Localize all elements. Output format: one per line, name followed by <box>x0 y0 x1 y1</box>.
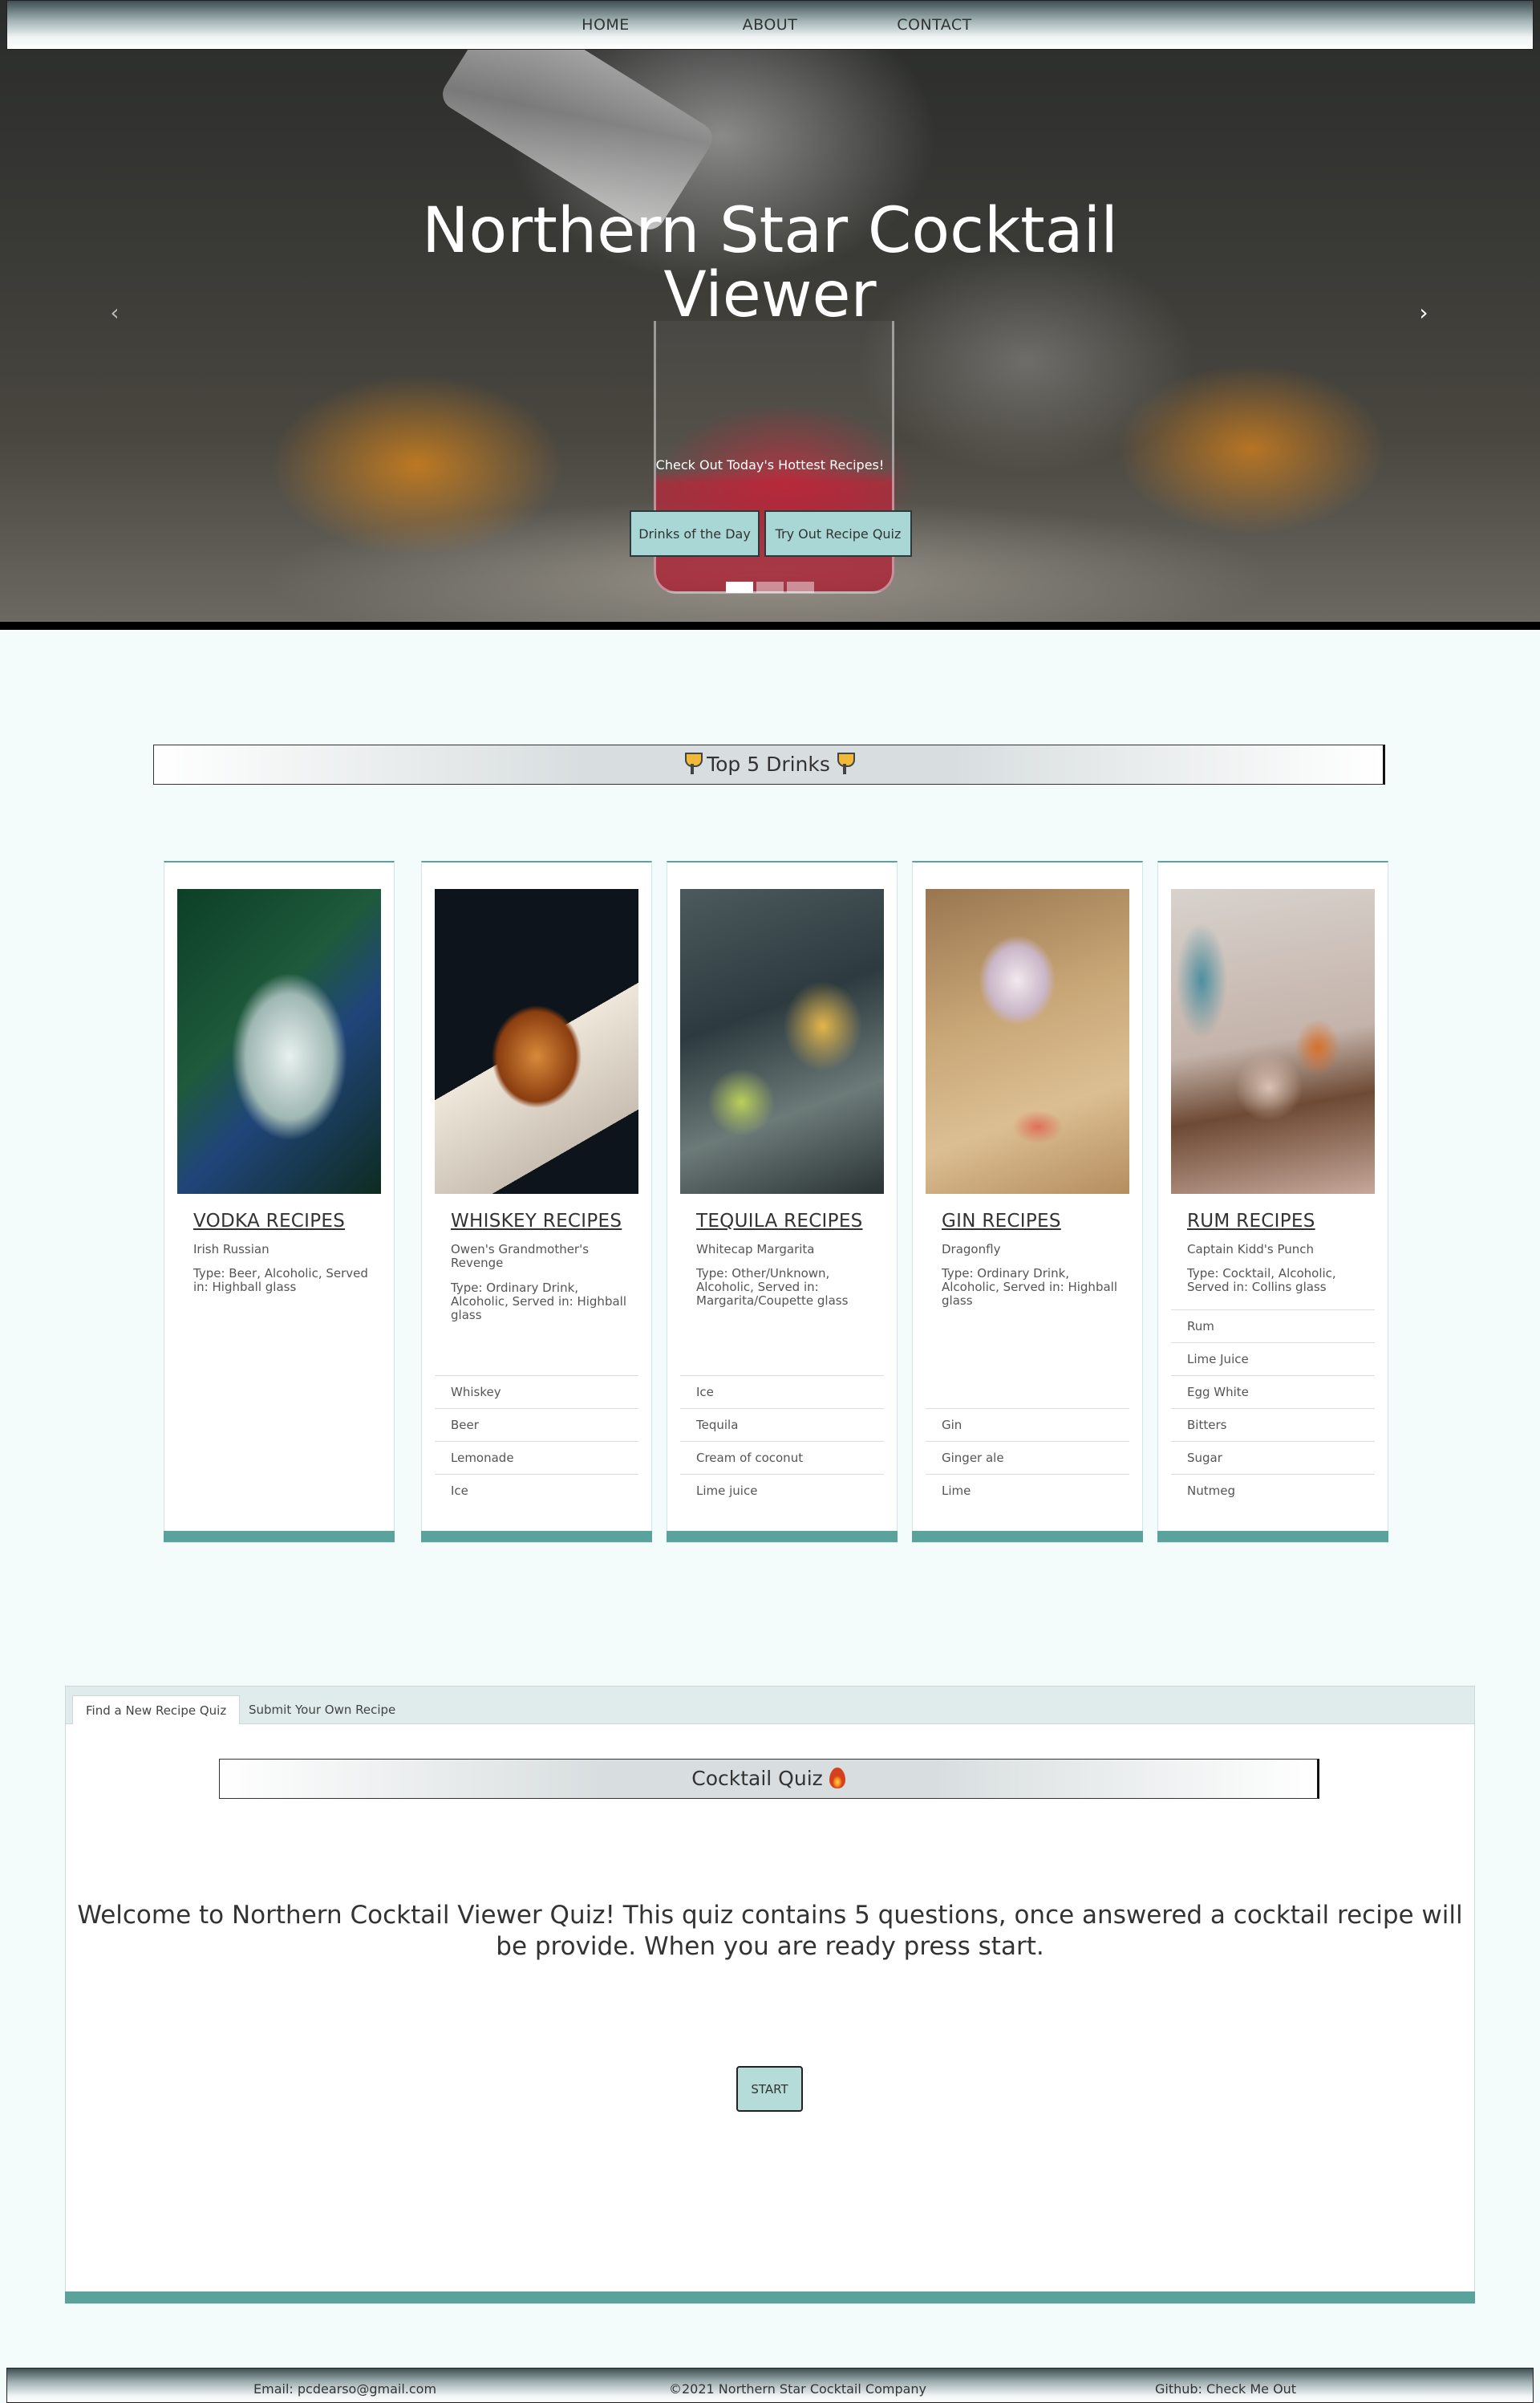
ingredient-item: Whiskey <box>435 1375 638 1408</box>
ingredient-item: Egg White <box>1171 1375 1375 1408</box>
chevron-right-icon[interactable]: › <box>1412 301 1436 325</box>
hero-carousel: Northern Star Cocktail Viewer Check Out … <box>0 0 1540 630</box>
hero-title: Northern Star Cocktail Viewer <box>422 195 1118 331</box>
footer-github-link[interactable]: Github: Check Me Out <box>1155 2381 1296 2397</box>
ingredient-item: Nutmeg <box>1171 1474 1375 1507</box>
whiskey-drink-image <box>435 889 638 1194</box>
card-drink-type: Type: Ordinary Drink, Alcoholic, Served … <box>942 1266 1117 1308</box>
tab-submit-recipe[interactable]: Submit Your Own Recipe <box>236 1695 408 1724</box>
recipe-card-vodka: VODKA RECIPES Irish Russian Type: Beer, … <box>164 861 395 1543</box>
card-footer <box>164 1531 395 1542</box>
rum-drink-image <box>1171 889 1375 1194</box>
ingredient-item: Ginger ale <box>926 1441 1129 1474</box>
hero-buttons: Drinks of the Day Try Out Recipe Quiz <box>630 510 912 557</box>
fire-icon <box>829 1768 845 1788</box>
hero-subtitle: Check Out Today's Hottest Recipes! <box>655 457 885 473</box>
cocktail-glass-icon <box>684 753 703 774</box>
chevron-left-icon[interactable]: ‹ <box>103 301 127 325</box>
gin-drink-image <box>926 889 1129 1194</box>
recipe-quiz-button[interactable]: Try Out Recipe Quiz <box>764 510 912 557</box>
ingredient-item: Lime juice <box>680 1474 884 1507</box>
recipe-cards: VODKA RECIPES Irish Russian Type: Beer, … <box>164 861 1388 1543</box>
card-drink-type: Type: Other/Unknown, Alcoholic, Served i… <box>696 1266 849 1308</box>
recipe-card-whiskey: WHISKEY RECIPES Owen's Grandmother's Rev… <box>421 861 652 1543</box>
recipe-card-rum: RUM RECIPES Captain Kidd's Punch Type: C… <box>1157 861 1388 1543</box>
card-drink-name: Dragonfly <box>942 1242 1001 1256</box>
card-title-link[interactable]: WHISKEY RECIPES <box>451 1211 622 1232</box>
card-footer <box>667 1531 898 1542</box>
hero-bottom-border <box>0 622 1540 630</box>
ingredient-list: Ice Tequila Cream of coconut Lime juice <box>680 1375 884 1507</box>
drinks-of-the-day-button[interactable]: Drinks of the Day <box>630 510 760 557</box>
ingredient-item: Ice <box>435 1474 638 1507</box>
card-drink-type: Type: Cocktail, Alcoholic, Served in: Co… <box>1187 1266 1336 1294</box>
card-drink-type: Type: Ordinary Drink, Alcoholic, Served … <box>451 1281 626 1322</box>
footer-copyright: ©2021 Northern Star Cocktail Company <box>669 2381 927 2397</box>
quiz-title: Cocktail Quiz <box>691 1767 823 1790</box>
card-footer <box>421 1531 652 1542</box>
ingredient-item: Tequila <box>680 1408 884 1441</box>
tab-find-recipe-quiz[interactable]: Find a New Recipe Quiz <box>72 1695 241 1724</box>
tequila-drink-image <box>680 889 884 1194</box>
ingredient-item: Bitters <box>1171 1408 1375 1441</box>
carousel-indicators <box>726 582 814 593</box>
quiz-title-bar: Cocktail Quiz <box>219 1759 1319 1799</box>
start-quiz-button[interactable]: START <box>736 2066 803 2112</box>
ingredient-item: Beer <box>435 1408 638 1441</box>
card-footer <box>1157 1531 1388 1542</box>
card-title-link[interactable]: VODKA RECIPES <box>193 1211 345 1232</box>
ingredient-list: Rum Lime Juice Egg White Bitters Sugar N… <box>1171 1309 1375 1507</box>
carousel-indicator-1[interactable] <box>726 582 753 593</box>
ingredient-list: Gin Ginger ale Lime <box>926 1408 1129 1507</box>
carousel-indicator-2[interactable] <box>756 582 784 593</box>
recipe-card-tequila: TEQUILA RECIPES Whitecap Margarita Type:… <box>667 861 898 1543</box>
cocktail-glass-icon <box>837 753 855 774</box>
ingredient-item: Ice <box>680 1375 884 1408</box>
card-drink-name: Whitecap Margarita <box>696 1242 815 1256</box>
recipe-card-gin: GIN RECIPES Dragonfly Type: Ordinary Dri… <box>912 861 1143 1543</box>
panel-footer <box>65 2291 1475 2304</box>
nav-contact-link[interactable]: CONTACT <box>853 16 1017 34</box>
nav-home-link[interactable]: HOME <box>524 16 688 34</box>
footer-email[interactable]: Email: pcdearso@gmail.com <box>253 2381 436 2397</box>
vodka-drink-image <box>177 889 381 1194</box>
top-navbar: HOME ABOUT CONTACT <box>6 0 1534 50</box>
card-drink-type: Type: Beer, Alcoholic, Served in: Highba… <box>193 1266 368 1294</box>
carousel-indicator-3[interactable] <box>787 582 814 593</box>
ingredient-item: Rum <box>1171 1309 1375 1342</box>
card-title-link[interactable]: TEQUILA RECIPES <box>696 1211 863 1232</box>
quiz-welcome-text: Welcome to Northern Cocktail Viewer Quiz… <box>77 1901 1463 1961</box>
tab-strip: Find a New Recipe Quiz Submit Your Own R… <box>66 1687 1474 1724</box>
page-footer: Email: pcdearso@gmail.com ©2021 Northern… <box>6 2368 1534 2403</box>
ingredient-item: Gin <box>926 1408 1129 1441</box>
card-drink-name: Irish Russian <box>193 1242 270 1256</box>
card-drink-name: Owen's Grandmother's Revenge <box>451 1242 590 1270</box>
top5-title: Top 5 Drinks <box>707 753 830 776</box>
card-title-link[interactable]: GIN RECIPES <box>942 1211 1061 1232</box>
ingredient-item: Lemonade <box>435 1441 638 1474</box>
ingredient-list: Whiskey Beer Lemonade Ice <box>435 1375 638 1507</box>
top5-title-bar: Top 5 Drinks <box>153 745 1385 785</box>
ingredient-item: Lime <box>926 1474 1129 1507</box>
ingredient-item: Lime Juice <box>1171 1342 1375 1375</box>
nav-about-link[interactable]: ABOUT <box>688 16 853 34</box>
ingredient-item: Cream of coconut <box>680 1441 884 1474</box>
card-drink-name: Captain Kidd's Punch <box>1187 1242 1315 1256</box>
card-title-link[interactable]: RUM RECIPES <box>1187 1211 1315 1232</box>
ingredient-item: Sugar <box>1171 1441 1375 1474</box>
card-footer <box>912 1531 1143 1542</box>
